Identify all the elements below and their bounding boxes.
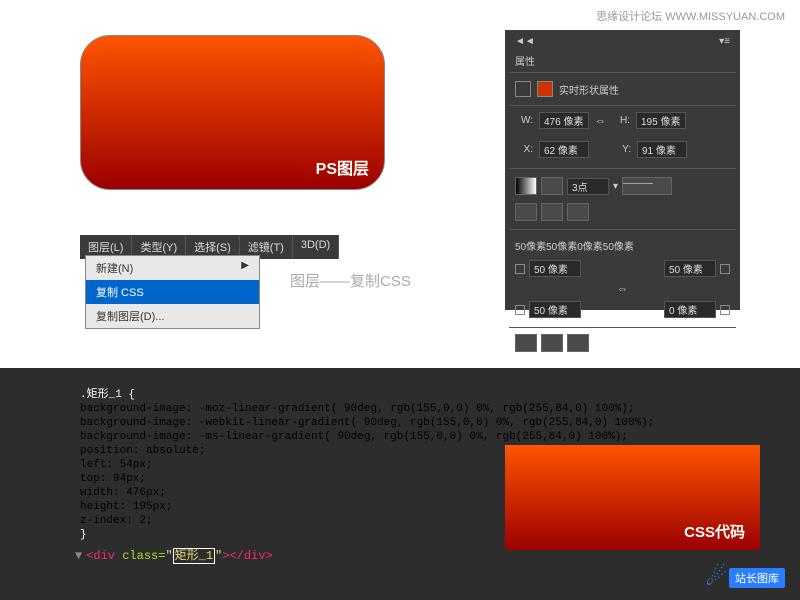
- properties-title-row: 实时形状属性: [509, 73, 736, 106]
- fill-swatch[interactable]: [515, 177, 537, 195]
- corners-summary: 50像素50像素0像素50像素: [509, 234, 736, 257]
- properties-tab[interactable]: 属性: [509, 49, 736, 73]
- align-btn-1[interactable]: [515, 203, 537, 221]
- align-btn-2[interactable]: [541, 203, 563, 221]
- css-result-label: CSS代码: [684, 521, 745, 542]
- fill-icon: [537, 81, 553, 97]
- stroke-input[interactable]: [567, 178, 609, 195]
- x-label: X:: [515, 144, 533, 155]
- center-caption: 图层——复制CSS: [290, 270, 411, 291]
- menu-item-duplicate[interactable]: 复制图层(D)...: [86, 304, 259, 328]
- width-label: W:: [515, 115, 533, 126]
- menu-item-new[interactable]: 新建(N)▶: [86, 256, 259, 280]
- badge-rocket-icon: ☄: [705, 563, 727, 592]
- shape-icon: [515, 81, 531, 97]
- corner-input-3[interactable]: [529, 301, 581, 318]
- ps-layer-label: PS图层: [316, 155, 369, 179]
- corner-check-1[interactable]: [515, 264, 525, 274]
- corner-input-4[interactable]: [664, 301, 716, 318]
- panel-collapse-icon[interactable]: ◄◄: [515, 36, 535, 47]
- y-label: Y:: [613, 144, 631, 155]
- css-result-shape: CSS代码: [505, 445, 760, 550]
- watermark-text: 思缘设计论坛 WWW.MISSYUAN.COM: [596, 8, 785, 24]
- site-badge: ☄ 站长图库: [705, 563, 785, 592]
- code-editor: .矩形_1 { background-image: -moz-linear-gr…: [0, 368, 800, 600]
- footer-btn-3[interactable]: [567, 334, 589, 352]
- footer-btn-1[interactable]: [515, 334, 537, 352]
- link-wh-icon[interactable]: ⇔: [595, 115, 606, 127]
- footer-btn-2[interactable]: [541, 334, 563, 352]
- corner-input-1[interactable]: [529, 260, 581, 277]
- stroke-style[interactable]: ———: [622, 177, 672, 195]
- link-corners-icon[interactable]: ⇔: [617, 283, 628, 295]
- stroke-swatch[interactable]: [541, 177, 563, 195]
- properties-title: 实时形状属性: [559, 82, 619, 97]
- badge-label: 站长图库: [729, 568, 785, 588]
- x-input[interactable]: [539, 141, 589, 158]
- y-input[interactable]: [637, 141, 687, 158]
- corner-check-3[interactable]: [515, 305, 525, 315]
- fold-toggle-icon[interactable]: ▼: [75, 549, 82, 563]
- corner-check-2[interactable]: [720, 264, 730, 274]
- panel-menu-icon[interactable]: ▾≡: [719, 36, 730, 47]
- layer-dropdown: 新建(N)▶ 复制 CSS 复制图层(D)...: [85, 255, 260, 329]
- menu-3d[interactable]: 3D(D): [293, 235, 339, 259]
- height-input[interactable]: [636, 112, 686, 129]
- stroke-dropdown-icon[interactable]: ▾: [613, 181, 618, 192]
- ps-layer-shape: PS图层: [80, 35, 385, 190]
- corner-check-4[interactable]: [720, 305, 730, 315]
- corner-input-2[interactable]: [664, 260, 716, 277]
- height-label: H:: [612, 115, 630, 126]
- menu-item-copy-css[interactable]: 复制 CSS: [86, 280, 259, 304]
- submenu-arrow-icon: ▶: [241, 260, 249, 276]
- width-input[interactable]: [539, 112, 589, 129]
- align-btn-3[interactable]: [567, 203, 589, 221]
- properties-panel: ◄◄ ▾≡ 属性 实时形状属性 W: ⇔ H: X: Y: ▾ ——— 50像素…: [505, 30, 740, 310]
